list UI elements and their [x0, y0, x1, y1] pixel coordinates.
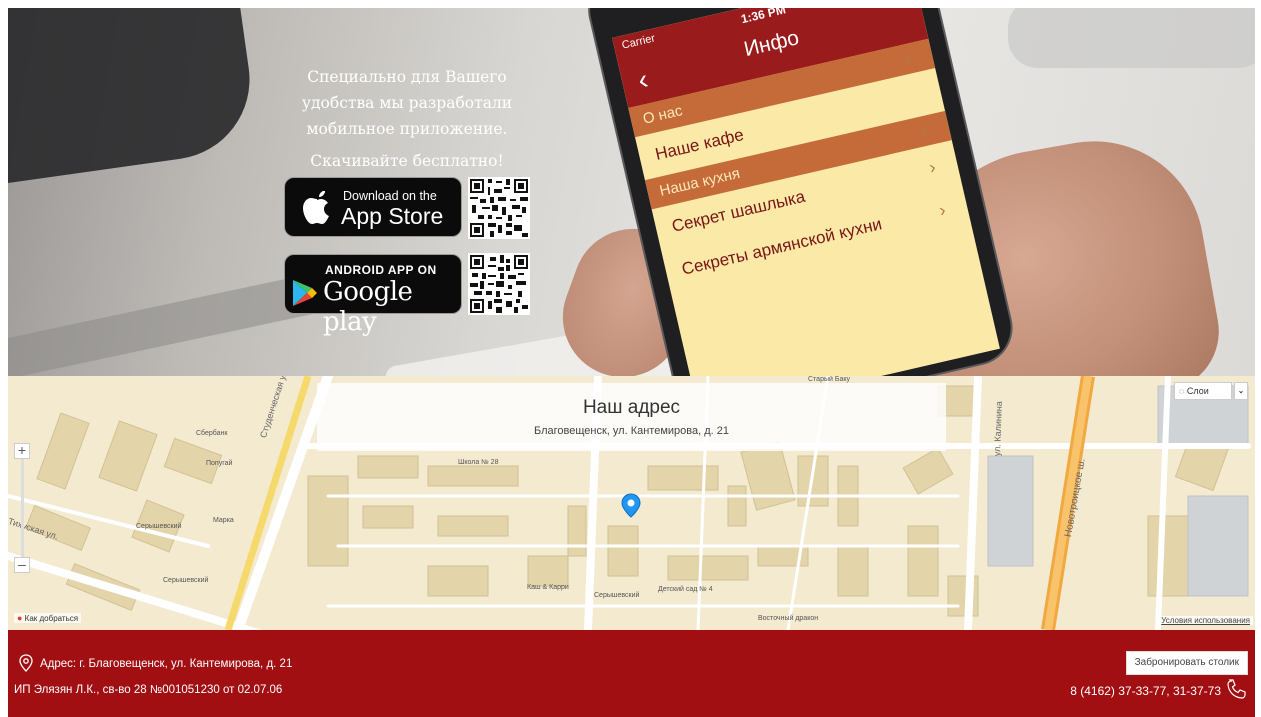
map-poi-label: Серышевский — [163, 577, 209, 584]
map-poi-label: Серышевский — [136, 523, 182, 530]
zoom-slider-track[interactable] — [20, 459, 24, 557]
map-address-subtitle: Благовещенск, ул. Кантемирова, д. 21 — [534, 425, 729, 437]
phone-section-label: О нас — [641, 102, 685, 128]
map-layers-button[interactable]: ◌ Слои — [1174, 382, 1232, 400]
chevron-right-icon: › — [902, 48, 913, 70]
promo-line: удобства мы разработали — [301, 94, 513, 112]
map-address-overlay: Наш адрес Благовещенск, ул. Кантемирова,… — [317, 383, 946, 451]
footer-address: Адрес: г. Благовещенск, ул. Кантемирова,… — [40, 658, 293, 670]
google-play-button[interactable]: ANDROID APP ON Google play — [284, 254, 462, 337]
apple-icon — [303, 191, 329, 224]
qr-code-icon — [468, 177, 530, 239]
map-layers-label: Слои — [1186, 386, 1209, 396]
map-poi-label: Попугай — [206, 460, 233, 467]
phone-icon — [1227, 679, 1246, 699]
app-store-qr-code — [468, 177, 530, 239]
map-poi-label: Школа № 28 — [458, 459, 499, 466]
google-play-qr-code — [468, 253, 530, 315]
map-directions-label: Как добраться — [24, 614, 79, 623]
map-directions-link[interactable]: ● Как добраться — [14, 613, 82, 623]
map-zoom-control: + – — [14, 443, 30, 575]
map-layers-dropdown-button[interactable]: ⌄ — [1234, 382, 1248, 400]
site-footer: Адрес: г. Благовещенск, ул. Кантемирова,… — [8, 630, 1255, 717]
promo-line: мобильное приложение. — [306, 120, 508, 138]
chevron-right-icon: › — [927, 156, 938, 178]
map-poi-label: Марка — [213, 517, 234, 524]
google-play-small-label: ANDROID APP ON — [325, 263, 437, 277]
map-pin-icon: ● — [17, 613, 23, 623]
google-play-icon — [293, 280, 317, 306]
map-widget[interactable]: Сбербанк Попугай Марка Серышевский Серыш… — [8, 376, 1255, 630]
map-street-label: ул. Калинина — [992, 400, 1004, 457]
map-address-title: Наш адрес — [582, 397, 681, 418]
zoom-in-button[interactable]: + — [14, 443, 30, 459]
app-store-button[interactable]: Download on the App Store — [284, 177, 462, 237]
promo-text: Специально для Вашего удобства мы разраб… — [276, 64, 538, 174]
map-poi-label: Каш & Карри — [527, 584, 569, 591]
book-table-button[interactable]: Забронировать столик — [1125, 651, 1248, 675]
map-poi-label: Восточный дракон — [758, 615, 819, 622]
map-poi-label: Детский сад № 4 — [658, 586, 713, 593]
promo-cta: Скачивайте бесплатно! — [310, 152, 504, 170]
app-store-small-label: Download on the — [343, 189, 437, 203]
location-pin-icon — [19, 654, 33, 672]
map-poi-label: Сбербанк — [196, 430, 228, 437]
footer-phone-numbers[interactable]: 8 (4162) 37-33-77, 31-37-73 — [1070, 684, 1221, 698]
qr-code-icon — [468, 253, 530, 315]
chevron-down-icon: ⌄ — [1237, 386, 1245, 395]
chevron-right-icon: › — [937, 199, 948, 221]
app-store-big-label: App Store — [341, 203, 444, 229]
phone-time: 1:36 PM — [739, 8, 788, 27]
background-shape — [8, 8, 260, 187]
footer-legal-info: ИП Элязян Л.К., св-во 28 №001051230 от 0… — [14, 684, 283, 696]
chevron-right-icon: › — [918, 120, 930, 142]
phone-item-label: Наше кафе — [653, 125, 746, 164]
layers-icon: ◌ — [1179, 386, 1187, 396]
map-poi-label: Старый Баку — [808, 376, 850, 383]
promo-line: Специально для Вашего — [307, 68, 507, 86]
map-poi-label: Серышевский — [594, 592, 640, 599]
background-shape — [1008, 8, 1255, 68]
page-frame: Специально для Вашего удобства мы разраб… — [8, 8, 1255, 717]
zoom-out-button[interactable]: – — [14, 557, 30, 573]
phone-carrier: Carrier — [620, 32, 657, 52]
app-promo-hero: Специально для Вашего удобства мы разраб… — [8, 8, 1255, 376]
google-play-big-label: Google play — [323, 277, 413, 337]
map-terms-link[interactable]: Условия использования — [1158, 616, 1253, 625]
